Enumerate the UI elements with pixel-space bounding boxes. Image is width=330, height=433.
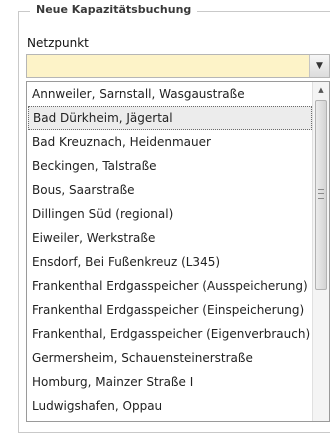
grip-icon [318, 189, 324, 199]
list-item[interactable]: Bous, Saarstraße [28, 178, 312, 202]
list-item[interactable]: Eiweiler, Werkstraße [28, 226, 312, 250]
list-item[interactable]: Bad Kreuznach, Heidenmauer [28, 130, 312, 154]
list-item[interactable]: Beckingen, Talstraße [28, 154, 312, 178]
netzpunkt-label: Netzpunkt [27, 36, 89, 50]
list-item[interactable]: Frankenthal Erdgasspeicher (Einspeicheru… [28, 298, 312, 322]
scroll-up-arrow-icon[interactable]: ▲ [313, 86, 329, 94]
list-item[interactable]: Bad Dürkheim, Jägertal [28, 106, 312, 130]
list-item[interactable]: Ensdorf, Bei Fußenkreuz (L345) [28, 250, 312, 274]
netzpunkt-combobox[interactable]: ▼ [26, 54, 330, 78]
list-item[interactable]: Frankenthal Erdgasspeicher (Ausspeicheru… [28, 274, 312, 298]
list-item[interactable]: Annweiler, Sarnstall, Wasgaustraße [28, 82, 312, 106]
list-item[interactable]: Dillingen Süd (regional) [28, 202, 312, 226]
dropdown-options: Annweiler, Sarnstall, Wasgaustraße Bad D… [27, 82, 313, 418]
list-item[interactable]: Homburg, Mainzer Straße I [28, 370, 312, 394]
netzpunkt-input[interactable] [27, 55, 318, 77]
list-item[interactable]: Ludwigshafen, Oppau [28, 394, 312, 418]
fieldset-legend: Neue Kapazitätsbuchung [30, 3, 198, 16]
chevron-down-icon[interactable]: ▼ [309, 55, 329, 77]
list-item[interactable]: Frankenthal, Erdgasspeicher (Eigenverbra… [28, 322, 312, 346]
netzpunkt-dropdown-list[interactable]: Annweiler, Sarnstall, Wasgaustraße Bad D… [26, 81, 330, 422]
scrollbar-thumb[interactable] [315, 100, 327, 290]
list-item[interactable]: Germersheim, Schauensteinerstraße [28, 346, 312, 370]
vertical-scrollbar[interactable]: ▲ [312, 82, 329, 421]
